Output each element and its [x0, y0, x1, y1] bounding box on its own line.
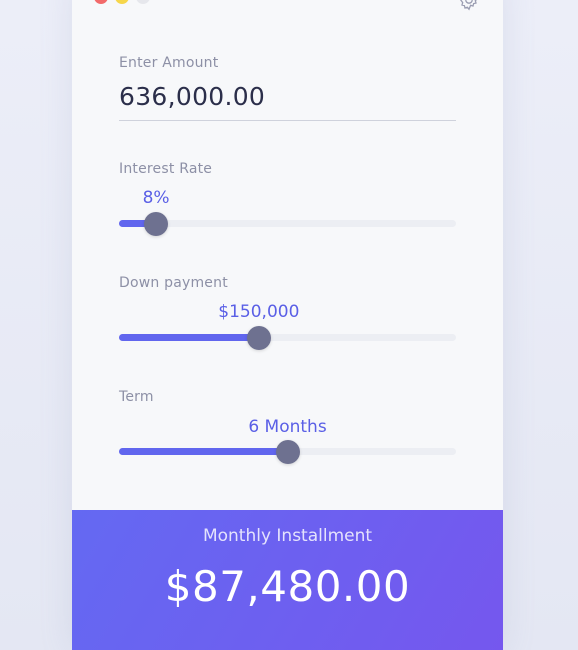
interest-rate-slider[interactable]	[119, 211, 456, 236]
monthly-installment-panel: Monthly Installment $87,480.00	[72, 510, 503, 650]
amount-label: Enter Amount	[119, 55, 219, 71]
interest-rate-label: Interest Rate	[119, 161, 213, 177]
term-label: Term	[119, 389, 154, 405]
interest-rate-value: 8%	[142, 188, 170, 208]
down-payment-slider[interactable]	[119, 325, 456, 350]
down-payment-label: Down payment	[119, 275, 228, 291]
monthly-installment-label: Monthly Installment	[202, 526, 373, 546]
window-controls	[94, 0, 150, 4]
term-slider-thumb[interactable]	[275, 439, 300, 464]
down-payment-value: $150,000	[218, 302, 300, 322]
term-slider-fill	[119, 448, 288, 455]
term-slider[interactable]	[119, 439, 456, 464]
amount-input[interactable]: 636,000.00	[119, 82, 265, 111]
calculator-window: Enter Amount 636,000.00 Interest Rate 8%…	[72, 0, 503, 650]
minimize-window-button[interactable]	[115, 0, 129, 4]
amount-underline	[119, 120, 456, 121]
gear-icon[interactable]	[457, 0, 481, 12]
down-payment-slider-fill	[119, 334, 259, 341]
interest-rate-slider-thumb[interactable]	[144, 211, 169, 236]
monthly-installment-amount: $87,480.00	[164, 562, 411, 611]
down-payment-slider-thumb[interactable]	[246, 325, 271, 350]
close-window-button[interactable]	[94, 0, 108, 4]
term-value: 6 Months	[248, 417, 327, 437]
maximize-window-button[interactable]	[136, 0, 150, 4]
